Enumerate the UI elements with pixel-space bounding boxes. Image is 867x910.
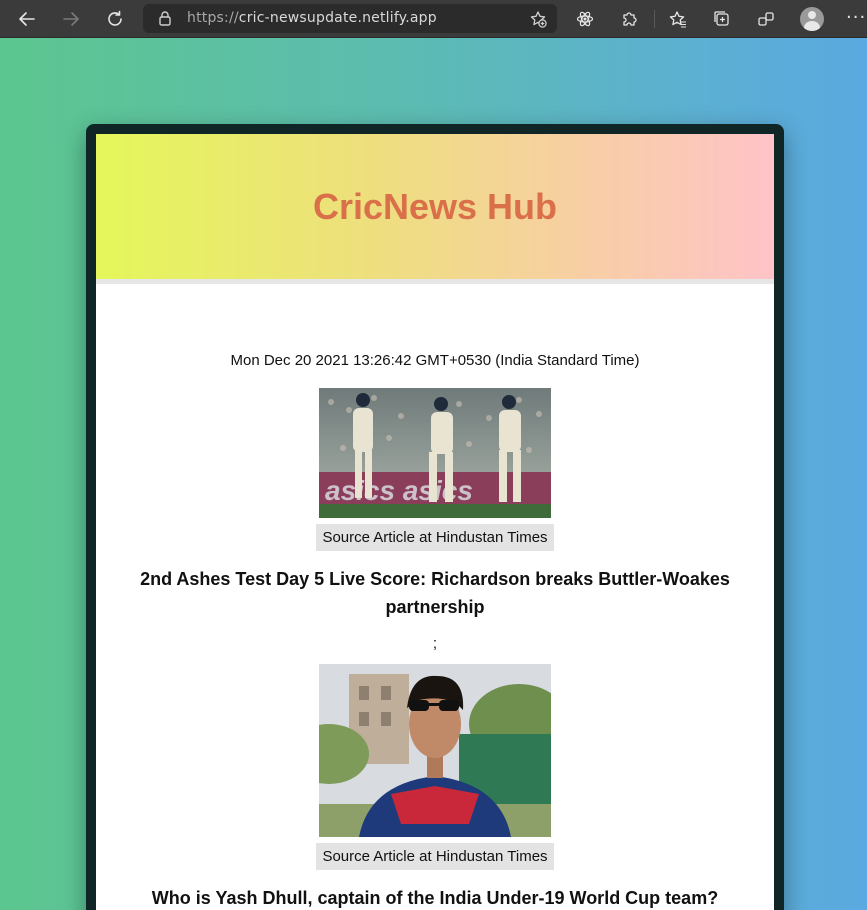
toolbar-divider — [654, 10, 655, 28]
article-headline[interactable]: 2nd Ashes Test Day 5 Live Score: Richard… — [135, 565, 735, 621]
article-card: asics asics Source Article at Hindustan … — [96, 388, 774, 652]
source-article-button[interactable]: Source Article at Hindustan Times — [316, 843, 554, 870]
url-host: cric-newsupdate.netlify.app — [238, 10, 437, 26]
article-headline[interactable]: Who is Yash Dhull, captain of the India … — [135, 884, 735, 910]
page-title: CricNews Hub — [312, 185, 558, 227]
article-image[interactable] — [319, 664, 551, 837]
forward-button[interactable] — [57, 5, 85, 33]
collections-button[interactable] — [708, 5, 736, 33]
add-favorite-icon[interactable] — [529, 10, 547, 28]
browser-toolbar: https://cric-newsupdate.netlify.app ··· — [0, 0, 867, 38]
more-options-icon[interactable]: ··· — [846, 7, 866, 28]
forward-arrow-icon — [63, 12, 79, 26]
app-frame: CricNews Hub Mon Dec 20 2021 13:26:42 GM… — [86, 124, 784, 910]
profile-avatar[interactable] — [800, 7, 824, 31]
url-protocol: https:// — [187, 10, 239, 26]
lock-icon — [159, 11, 171, 26]
back-button[interactable] — [13, 5, 41, 33]
favorites-button[interactable] — [664, 5, 692, 33]
share-button[interactable] — [752, 5, 780, 33]
app-panel: CricNews Hub Mon Dec 20 2021 13:26:42 GM… — [96, 134, 774, 910]
player-portrait-photo — [319, 664, 551, 837]
url-text: https://cric-newsupdate.netlify.app — [187, 10, 437, 26]
avatar-head-shape — [808, 11, 816, 19]
extensions-button[interactable] — [615, 5, 643, 33]
reload-icon — [108, 10, 122, 26]
address-bar[interactable]: https://cric-newsupdate.netlify.app — [143, 4, 557, 33]
avatar-body-shape — [804, 21, 820, 31]
favorites-star-icon — [669, 11, 686, 28]
reload-button[interactable] — [101, 5, 129, 33]
cricket-players-photo: asics asics — [319, 388, 551, 518]
react-icon — [576, 11, 594, 27]
collections-icon — [714, 11, 729, 26]
article-separator: ; — [432, 635, 438, 652]
react-devtools-button[interactable] — [571, 5, 599, 33]
source-article-button[interactable]: Source Article at Hindustan Times — [316, 524, 554, 551]
back-arrow-icon — [19, 12, 35, 26]
puzzle-icon — [623, 12, 637, 26]
share-icon — [758, 12, 774, 26]
article-image[interactable]: asics asics — [319, 388, 551, 518]
hero-banner: CricNews Hub — [96, 134, 774, 284]
article-card: Source Article at Hindustan Times Who is… — [96, 664, 774, 910]
current-timestamp: Mon Dec 20 2021 13:26:42 GMT+0530 (India… — [230, 352, 640, 369]
